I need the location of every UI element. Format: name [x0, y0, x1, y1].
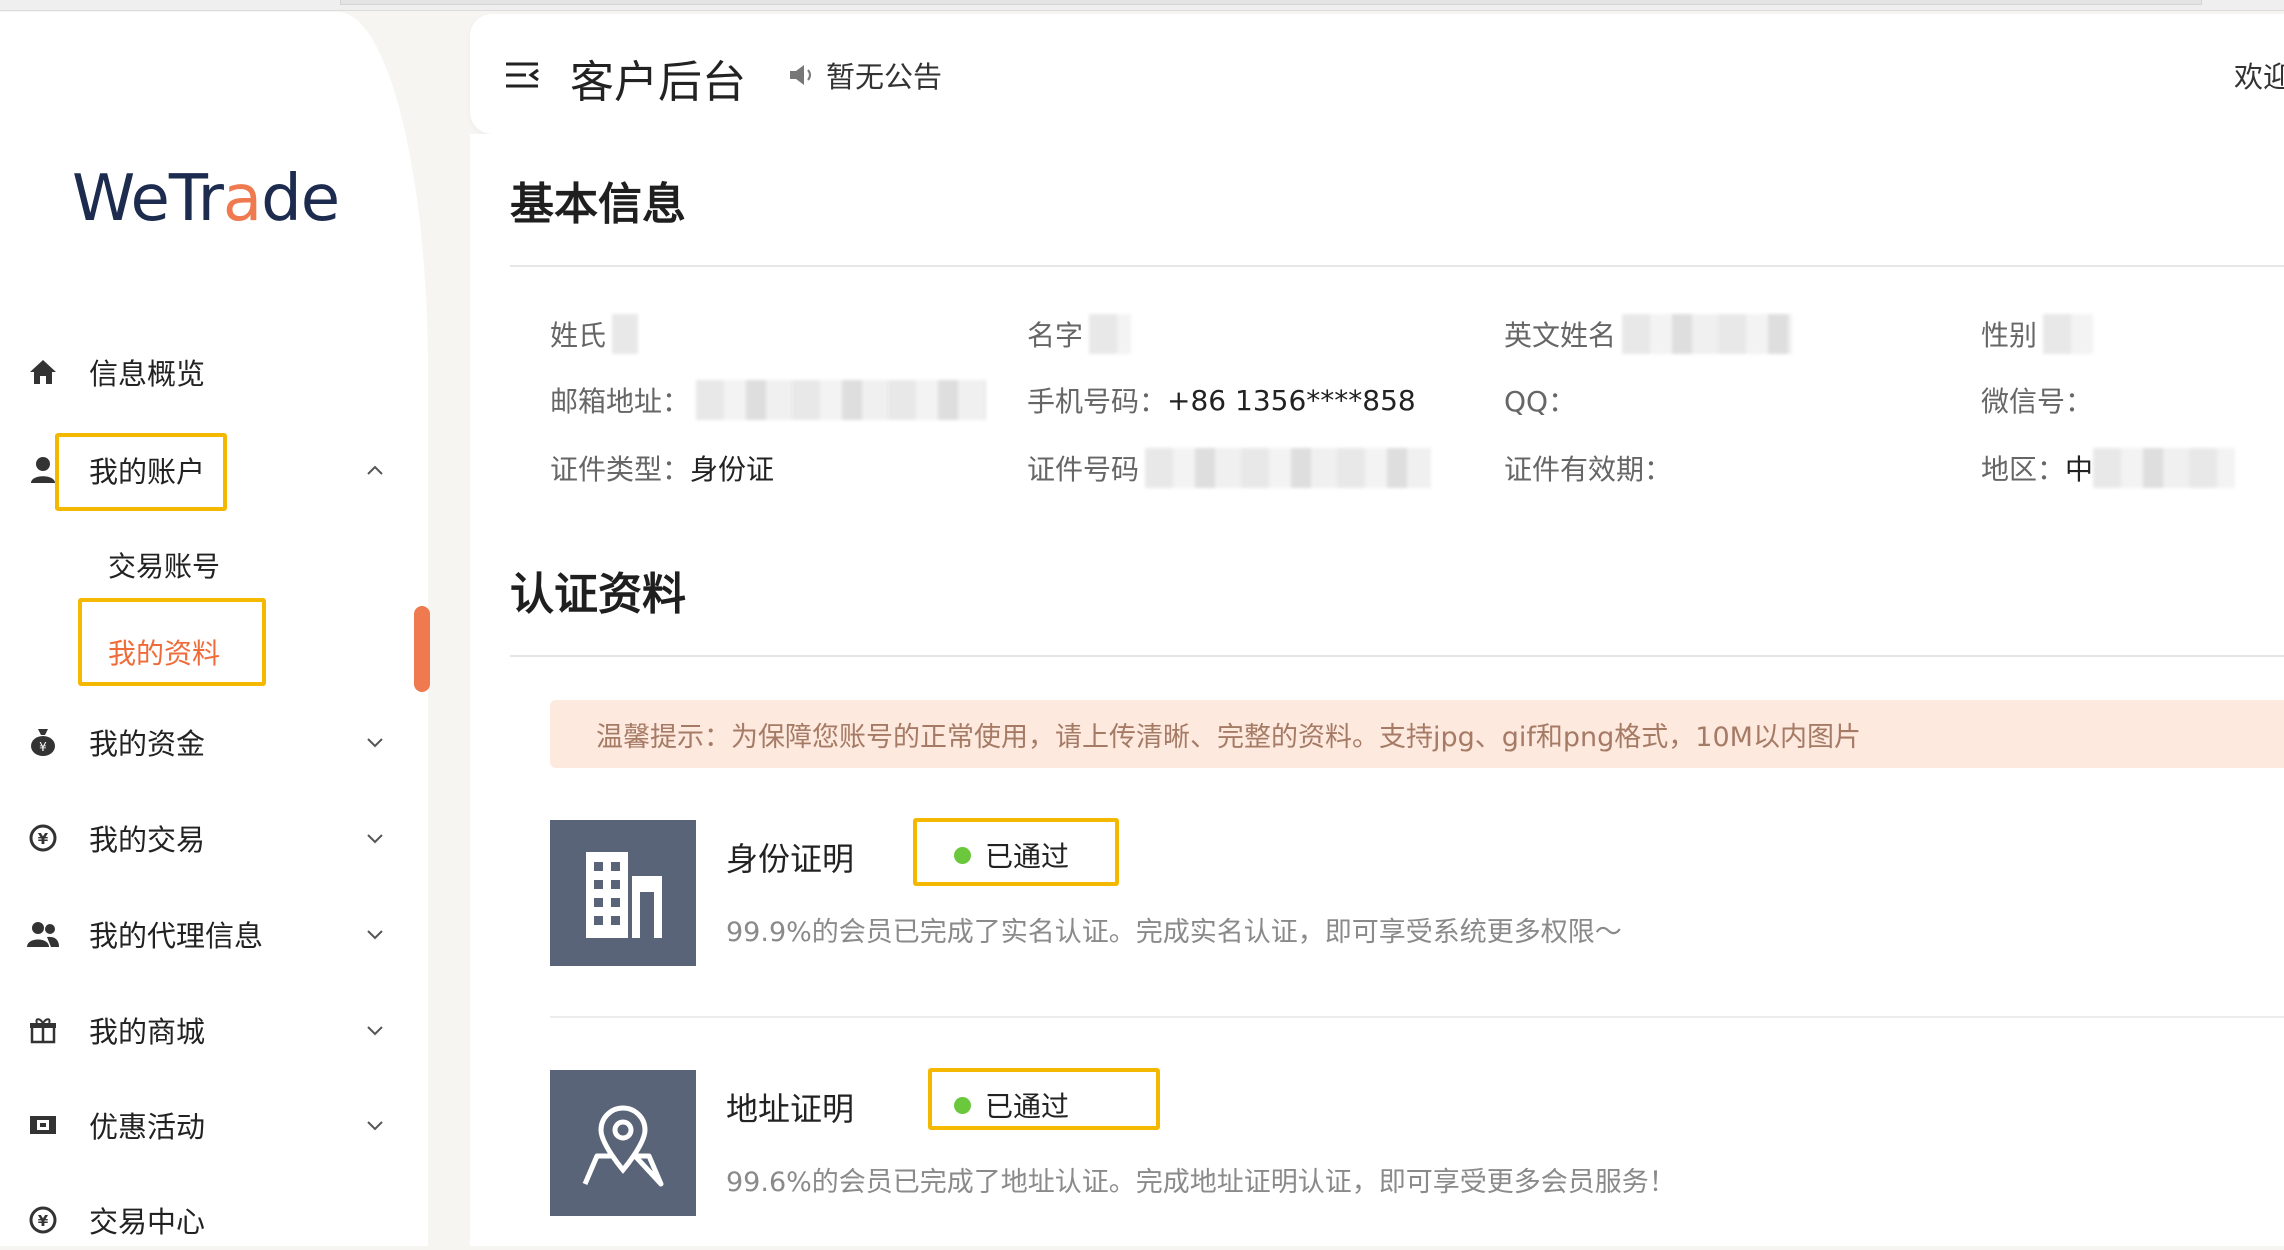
sidebar-item-promotions[interactable]: 优惠活动	[0, 1095, 410, 1155]
sidebar-item-label: 交易中心	[89, 1205, 206, 1239]
active-indicator	[414, 606, 430, 692]
sidebar-item-label: 信息概览	[89, 357, 206, 391]
currency-exchange-icon: ¥	[26, 821, 60, 855]
field-id-type: 证件类型： 身份证	[550, 453, 775, 486]
page-title: 客户后台	[570, 57, 746, 108]
sidebar-item-label: 我的商城	[89, 1015, 206, 1049]
chevron-down-icon[interactable]	[364, 1019, 386, 1041]
sidebar-subitem-trading-account[interactable]: 交易账号	[108, 545, 220, 585]
speaker-icon	[790, 65, 811, 85]
row-divider	[550, 1016, 2284, 1018]
section-divider	[510, 655, 2284, 657]
chevron-down-icon[interactable]	[364, 1114, 386, 1136]
sidebar-item-my-trades[interactable]: ¥ 我的交易	[0, 808, 410, 868]
welcome-text: 欢迎	[2234, 60, 2284, 94]
sidebar-item-overview[interactable]: 信息概览	[0, 342, 410, 402]
chevron-up-icon[interactable]	[364, 459, 386, 481]
field-id-validity: 证件有效期：	[1504, 453, 1673, 486]
field-qq: QQ：	[1504, 385, 1577, 418]
sidebar-item-trading-center[interactable]: ¥ 交易中心	[0, 1190, 410, 1250]
location-map-icon	[550, 1070, 696, 1216]
gift-icon	[26, 1013, 60, 1047]
ticket-icon	[26, 1108, 60, 1142]
address-proof-title: 地址证明	[726, 1090, 855, 1128]
money-bag-icon: ¥	[26, 725, 60, 759]
id-proof-title: 身份证明	[726, 840, 855, 878]
field-phone: 手机号码： +86 1356****858	[1027, 383, 1416, 419]
main-content: 基本信息 姓氏 名字 英文姓名 性别 邮箱地址： 手机号码： +86 1356**…	[470, 134, 2284, 1246]
sidebar-item-agent-info[interactable]: 我的代理信息	[0, 904, 410, 964]
highlight-box-id-status	[913, 818, 1119, 886]
address-proof-description: 99.6%的会员已完成了地址认证。完成地址证明认证，即可享受更多会员服务！	[726, 1167, 1676, 1198]
field-region: 地区：中	[1981, 448, 2236, 488]
sidebar-item-label: 我的资金	[89, 727, 206, 761]
top-header: 客户后台 暂无公告 欢迎	[470, 14, 2284, 134]
users-icon	[26, 917, 60, 951]
sidebar-item-label: 我的代理信息	[89, 919, 264, 953]
field-given-name: 名字	[1027, 314, 1132, 354]
highlight-box-my-profile	[78, 598, 266, 686]
sidebar-item-my-shop[interactable]: 我的商城	[0, 1000, 410, 1060]
menu-toggle-icon[interactable]	[504, 60, 540, 90]
highlight-box-address-status	[928, 1068, 1160, 1130]
id-proof-description: 99.9%的会员已完成了实名认证。完成实名认证，即可享受系统更多权限～	[726, 917, 1622, 948]
certification-title: 认证资料	[510, 569, 686, 620]
wetrade-logo[interactable]: WeTrade	[72, 162, 340, 236]
chevron-down-icon[interactable]	[364, 923, 386, 945]
svg-text:¥: ¥	[38, 830, 49, 848]
svg-text:¥: ¥	[39, 740, 47, 754]
upload-notice: 温馨提示：为保障您账号的正常使用，请上传清晰、完整的资料。支持jpg、gif和p…	[550, 700, 2284, 768]
field-wechat: 微信号：	[1981, 385, 2094, 418]
home-icon	[26, 355, 60, 389]
field-email: 邮箱地址：	[550, 380, 987, 420]
announcement-text[interactable]: 暂无公告	[826, 54, 942, 96]
sidebar-item-my-funds[interactable]: ¥ 我的资金	[0, 712, 410, 772]
browser-top-strip	[0, 0, 2284, 11]
field-surname: 姓氏	[550, 314, 639, 354]
section-divider	[510, 265, 2284, 267]
building-icon	[550, 820, 696, 966]
field-english-name: 英文姓名	[1504, 314, 1793, 354]
sidebar-item-label: 我的交易	[89, 823, 206, 857]
field-gender: 性别	[1981, 314, 2094, 354]
sidebar-item-label: 优惠活动	[89, 1110, 206, 1144]
currency-exchange-icon: ¥	[26, 1203, 60, 1237]
svg-text:¥: ¥	[38, 1212, 49, 1230]
sidebar: WeTrade 信息概览 我的账户 交易账号 我的资料 ¥ 我的资金 ¥ 我的交…	[0, 12, 430, 1246]
highlight-box-my-account	[55, 433, 227, 511]
field-id-number: 证件号码	[1027, 448, 1432, 488]
basic-info-title: 基本信息	[510, 179, 686, 230]
chevron-down-icon[interactable]	[364, 731, 386, 753]
chevron-down-icon[interactable]	[364, 827, 386, 849]
